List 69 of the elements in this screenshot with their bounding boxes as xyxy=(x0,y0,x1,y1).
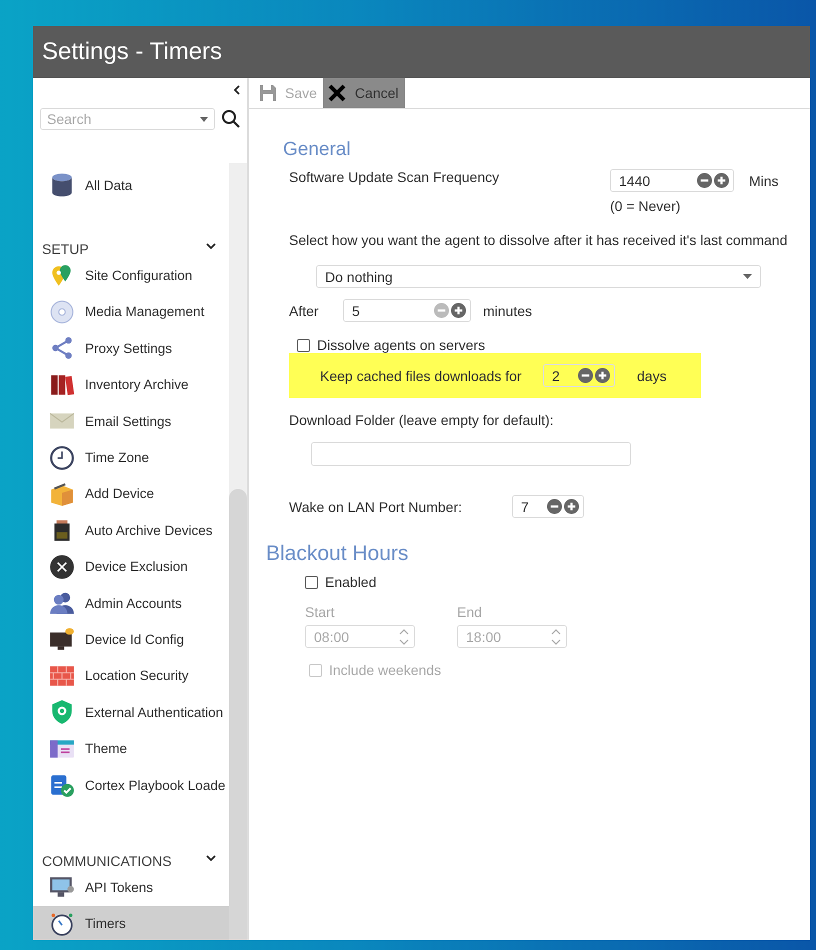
plus-button[interactable] xyxy=(595,368,610,383)
scrollbar[interactable] xyxy=(229,163,247,940)
sidebar-item[interactable]: Proxy Settings xyxy=(33,330,229,367)
sidebar-item[interactable]: Cortex Playbook Loade xyxy=(33,766,229,804)
dropdown-caret-icon xyxy=(200,117,208,122)
sidebar-item[interactable]: All Data xyxy=(33,167,229,204)
checkbox-label: Enabled xyxy=(325,574,376,590)
minus-button[interactable] xyxy=(578,368,593,383)
number-field[interactable]: 5 xyxy=(343,299,471,322)
stopwatch-icon xyxy=(49,910,75,937)
window-title: Settings - Timers xyxy=(42,38,222,66)
unit-label: minutes xyxy=(483,302,532,318)
sidebar-item[interactable]: Site Configuration xyxy=(33,257,229,294)
checkbox[interactable] xyxy=(305,576,318,588)
field-label: Start xyxy=(305,604,336,620)
disc-icon xyxy=(49,298,75,325)
hint-text: (0 = Never) xyxy=(610,198,682,214)
sidebar-item[interactable]: Media Management xyxy=(33,294,229,330)
sidebar-item[interactable]: External Authentication xyxy=(33,694,229,730)
sidebar-item[interactable]: Device Exclusion xyxy=(33,548,229,585)
close-circle-icon xyxy=(49,554,75,580)
search-icon[interactable] xyxy=(221,109,241,129)
plus-button[interactable] xyxy=(564,499,579,514)
sidebar-item[interactable]: Time Zone xyxy=(33,439,229,476)
checkbox-label: Dissolve agents on servers xyxy=(317,337,486,353)
field-label: After xyxy=(289,302,320,318)
field-label: Select how you want the agent to dissolve after it has received it's last command xyxy=(289,232,788,248)
field-label: Keep cached files downloads for xyxy=(320,368,523,384)
field-label: End xyxy=(457,604,483,620)
sidebar-item[interactable]: Email Settings xyxy=(33,402,229,440)
box-icon xyxy=(49,480,75,507)
group-heading: SETUP xyxy=(42,241,89,258)
sidebar-item[interactable]: Auto Archive Devices xyxy=(33,512,229,549)
number-field[interactable]: 7 xyxy=(512,495,584,518)
sidebar-item[interactable]: Location Security xyxy=(33,658,229,694)
minus-button[interactable] xyxy=(697,173,712,188)
checkbox[interactable] xyxy=(297,338,310,352)
stepper-arrows-icon xyxy=(398,628,410,646)
field-label: Download Folder (leave empty for default): xyxy=(289,412,554,428)
unit-label: days xyxy=(637,368,667,384)
users-icon xyxy=(49,590,75,616)
monitor-icon xyxy=(49,626,75,652)
sidebar-item[interactable]: Add Device xyxy=(33,476,229,512)
sidebar-item[interactable]: Theme xyxy=(33,730,229,767)
sidebar-item[interactable]: Timers xyxy=(33,906,229,940)
sidebar-item[interactable]: API Tokens xyxy=(33,869,229,906)
sidebar-item[interactable]: Inventory Archive xyxy=(33,366,229,403)
cancel-button[interactable]: Cancel xyxy=(322,78,405,108)
sidebar-item[interactable]: Admin Accounts xyxy=(33,584,229,622)
clock-icon xyxy=(49,444,75,471)
unit-label: Mins xyxy=(749,172,779,188)
section-title: General xyxy=(282,139,352,161)
checkbox-label: Include weekends xyxy=(329,662,442,678)
number-field[interactable]: 1440 xyxy=(610,169,734,192)
section-title: Blackout Hours xyxy=(266,542,410,566)
number-field[interactable]: 2 xyxy=(543,364,615,387)
stepper-arrows-icon xyxy=(550,628,562,646)
dropdown-field[interactable]: Do nothing xyxy=(316,265,761,288)
field-label: Wake on LAN Port Number: xyxy=(289,498,463,514)
plus-button[interactable] xyxy=(451,303,466,318)
dropdown-caret-icon xyxy=(743,274,752,279)
folder-field[interactable] xyxy=(311,442,631,466)
plus-button[interactable] xyxy=(714,173,729,188)
search-field[interactable]: Search xyxy=(40,108,215,130)
field-label: Software Update Scan Frequency xyxy=(289,169,500,185)
minus-button[interactable] xyxy=(547,499,562,514)
group-heading: COMMUNICATIONS xyxy=(42,853,172,870)
sidebar-item[interactable]: Device Id Config xyxy=(33,621,229,658)
close-icon xyxy=(326,83,347,103)
